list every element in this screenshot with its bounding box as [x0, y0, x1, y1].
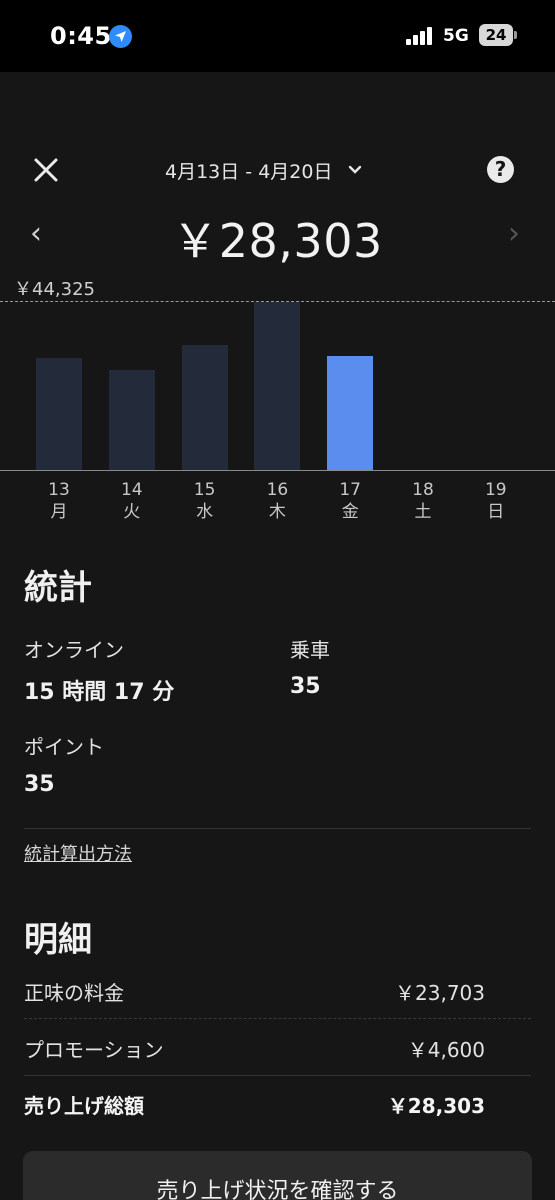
online-value: 15 時間 17 分	[24, 680, 175, 705]
chart-bar[interactable]	[327, 355, 374, 470]
chart-day-label: 19 日	[473, 479, 519, 523]
chart-weekday: 月	[50, 502, 68, 522]
points-label: ポイント	[24, 735, 104, 759]
chart-max-label: ￥44,325	[14, 279, 95, 300]
chart-bar[interactable]	[254, 302, 301, 470]
chart-day-label: 16 木	[254, 479, 300, 523]
chart-weekday: 土	[414, 502, 432, 522]
stats-method-link[interactable]: 統計算出方法	[24, 840, 132, 866]
chart-day-label: 13 月	[36, 479, 82, 523]
total-sales-label: 売り上げ総額	[24, 1094, 144, 1118]
battery-icon: 24	[479, 24, 513, 46]
battery-tip	[514, 31, 517, 39]
view-earnings-button[interactable]: 売り上げ状況を確認する	[23, 1151, 532, 1200]
chart-bar[interactable]	[181, 344, 228, 470]
help-icon[interactable]: ?	[487, 156, 514, 183]
total-earnings: ￥28,303	[172, 214, 383, 268]
details-divider	[24, 1075, 531, 1076]
chart-day-number: 15	[193, 480, 216, 500]
points-value: 35	[24, 772, 55, 797]
chevron-down-icon	[349, 165, 362, 174]
chart-day-label: 14 火	[109, 479, 155, 523]
chart-day-label: 15 水	[182, 479, 228, 523]
details-title: 明細	[24, 920, 92, 960]
chart-bar[interactable]	[36, 358, 82, 470]
rides-value: 35	[290, 674, 321, 699]
chart-day-number: 19	[484, 480, 507, 500]
status-time: 0:45	[50, 22, 112, 50]
stats-title: 統計	[24, 568, 92, 608]
view-earnings-button-label: 売り上げ状況を確認する	[156, 1179, 399, 1200]
date-range-selector[interactable]: 4月13日 - 4月20日	[165, 155, 362, 185]
details-divider	[24, 1018, 531, 1019]
close-icon[interactable]	[33, 157, 59, 183]
net-fare-label: 正味の料金	[24, 981, 124, 1005]
chart-day-label: 18 土	[400, 479, 446, 523]
status-bar: 0:45 5G 24	[0, 0, 555, 72]
chart-weekday: 火	[123, 502, 141, 522]
chart-bar[interactable]	[108, 370, 155, 470]
stats-divider	[24, 828, 531, 829]
location-icon	[109, 25, 132, 48]
chart-weekday: 水	[196, 502, 214, 522]
chart-day-number: 18	[412, 480, 434, 500]
chart-baseline	[0, 470, 555, 471]
chart-day-number: 17	[339, 480, 361, 500]
chart-day-number: 13	[48, 480, 70, 500]
chart-weekday: 金	[341, 502, 359, 522]
chart-day-number: 16	[266, 480, 289, 500]
rides-label: 乗車	[290, 638, 330, 662]
promotion-label: プロモーション	[24, 1038, 164, 1062]
chart-weekday: 日	[487, 502, 505, 522]
network-type: 5G	[443, 26, 469, 46]
signal-icon	[406, 27, 434, 45]
chart-weekday: 木	[268, 502, 286, 522]
net-fare-value: ￥23,703	[395, 981, 485, 1005]
total-sales-value: ￥28,303	[387, 1094, 485, 1118]
chart-day-number: 14	[120, 480, 143, 500]
online-label: オンライン	[24, 638, 124, 662]
promotion-value: ￥4,600	[407, 1038, 485, 1062]
chart-day-label: 17 金	[327, 479, 373, 523]
next-week-arrow-icon[interactable]: ›	[508, 216, 520, 251]
date-range-label: 4月13日 - 4月20日	[165, 160, 333, 183]
